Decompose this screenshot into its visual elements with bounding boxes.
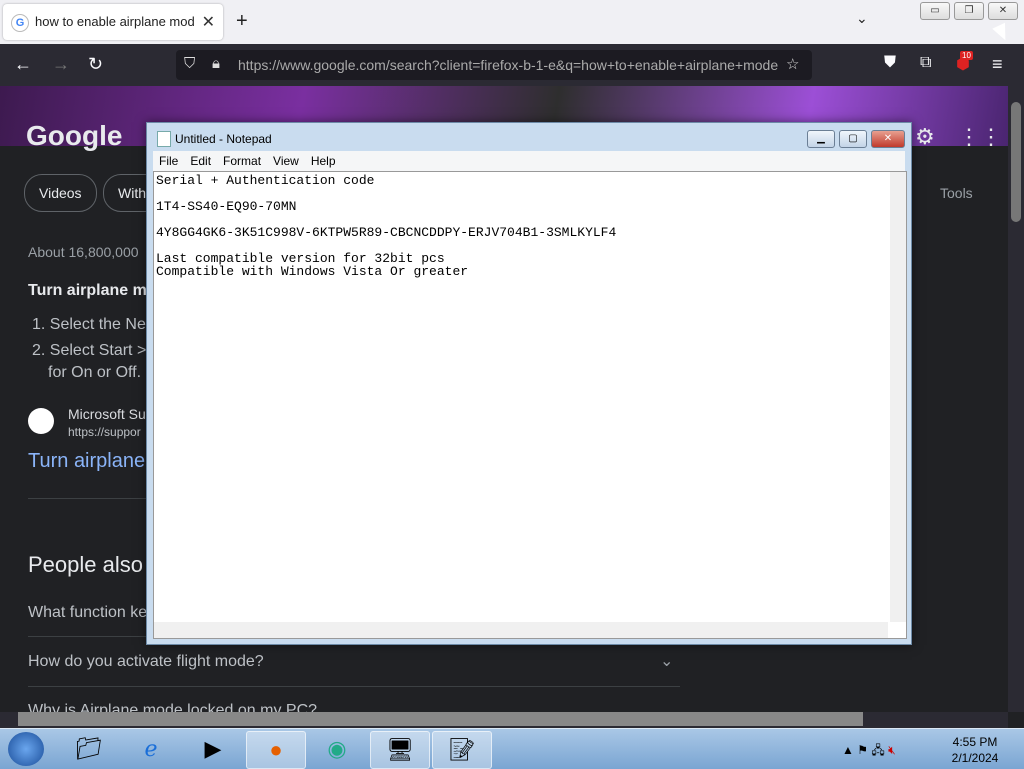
navigation-bar: ← → ↻ ⛉ 🔒︎ https://www.google.com/search… bbox=[0, 44, 1024, 86]
menu-edit[interactable]: Edit bbox=[184, 151, 217, 171]
page-vertical-scrollbar[interactable] bbox=[1008, 86, 1024, 712]
list-tabs-chevron-icon[interactable]: ⌄ bbox=[856, 10, 868, 27]
notepad-title: Untitled - Notepad bbox=[175, 132, 272, 146]
reload-icon[interactable]: ↻ bbox=[88, 54, 103, 75]
pocket-icon[interactable]: ⛊ bbox=[884, 54, 896, 72]
tab-bar: G how to enable airplane mode in ✕ + ⌄ ▭… bbox=[0, 0, 1024, 44]
question-3[interactable]: Why is Airplane mode locked on my PC? bbox=[28, 702, 317, 712]
tools-button[interactable]: Tools bbox=[940, 185, 973, 201]
chip-videos[interactable]: Videos bbox=[24, 174, 97, 212]
back-icon[interactable]: ← bbox=[14, 54, 32, 75]
result-stats: About 16,800,000 bbox=[28, 244, 139, 260]
close-tab-icon[interactable]: ✕ bbox=[202, 12, 215, 32]
menu-view[interactable]: View bbox=[267, 151, 305, 171]
browser-tab[interactable]: G how to enable airplane mode in ✕ bbox=[3, 4, 223, 40]
notepad-window: Untitled - Notepad ▁ ▢ ✕ File Edit Format V… bbox=[146, 122, 912, 645]
menu-file[interactable]: File bbox=[153, 151, 184, 171]
notepad-minimize-button[interactable]: ▁ bbox=[807, 130, 835, 148]
start-button[interactable] bbox=[8, 732, 44, 766]
url-text[interactable]: https://www.google.com/search?client=fir… bbox=[238, 57, 778, 73]
forward-icon[interactable]: → bbox=[52, 54, 70, 75]
media-player-icon[interactable]: ▶ bbox=[184, 731, 242, 767]
taskbar: 📁︎ ℯ ▶ ● ◉ 🖥︎ 📝︎ ▲ ⚑ 🖧 🔇︎ 4:55 PM 2/1/20… bbox=[0, 728, 1024, 769]
flag-icon[interactable]: ⚑ bbox=[857, 743, 868, 757]
scroll-thumb[interactable] bbox=[18, 712, 863, 726]
snippet-step-2: 2. Select Start > bbox=[32, 342, 147, 359]
menu-format[interactable]: Format bbox=[217, 151, 267, 171]
notepad-taskbar-icon[interactable]: 📝︎ bbox=[432, 731, 492, 769]
new-tab-button[interactable]: + bbox=[236, 10, 248, 33]
shield-icon[interactable]: ⛉ bbox=[184, 55, 195, 72]
window-controls: ▭ ❐ ✕ bbox=[920, 2, 1018, 20]
explorer-icon[interactable]: 📁︎ bbox=[60, 731, 118, 767]
volume-muted-icon[interactable]: 🔇︎ bbox=[888, 743, 896, 757]
apps-grid-icon[interactable]: ⋮⋮ bbox=[958, 124, 1002, 150]
date: 2/1/2024 bbox=[951, 751, 999, 765]
notepad-maximize-button[interactable]: ▢ bbox=[839, 130, 867, 148]
google-favicon-icon: G bbox=[11, 14, 29, 32]
notepad-horizontal-scrollbar[interactable] bbox=[154, 622, 888, 638]
snippet-step-1: 1. Select the Ne bbox=[32, 316, 146, 333]
result-link[interactable]: Turn airplane bbox=[28, 450, 145, 473]
settings-gear-icon[interactable]: ⚙ bbox=[915, 124, 935, 150]
notepad-close-button[interactable]: ✕ bbox=[871, 130, 905, 148]
scroll-thumb[interactable] bbox=[1011, 102, 1021, 222]
notepad-icon bbox=[157, 131, 171, 147]
source-url: https://suppor bbox=[68, 425, 141, 439]
remote-desktop-icon[interactable]: 🖥︎ bbox=[370, 731, 430, 769]
tab-title: how to enable airplane mode in bbox=[35, 14, 195, 29]
url-bar[interactable]: ⛉ 🔒︎ https://www.google.com/search?clien… bbox=[176, 50, 812, 80]
extensions-icon[interactable]: ⧉ bbox=[920, 54, 931, 72]
page-horizontal-scrollbar[interactable] bbox=[0, 712, 1008, 728]
firefox-icon[interactable]: ● bbox=[246, 731, 306, 769]
people-also-ask-heading: People also bbox=[28, 552, 143, 577]
source-name: Microsoft Su bbox=[68, 406, 146, 422]
time: 4:55 PM bbox=[952, 735, 998, 749]
snippet-heading: Turn airplane m bbox=[28, 282, 147, 299]
microsoft-logo-icon bbox=[28, 408, 54, 434]
menu-icon[interactable]: ≡ bbox=[992, 54, 1003, 75]
google-logo[interactable]: Google bbox=[26, 120, 122, 152]
question-1[interactable]: What function ke bbox=[28, 604, 147, 622]
clock[interactable]: 4:55 PM 2/1/2024 bbox=[940, 734, 1010, 766]
show-hidden-icons-icon[interactable]: ▲ bbox=[842, 743, 854, 757]
question-2[interactable]: How do you activate flight mode? bbox=[28, 653, 264, 671]
app-icon[interactable]: ◉ bbox=[308, 731, 366, 767]
extension-badge: 10 bbox=[960, 51, 973, 60]
minimize-button[interactable]: ▭ bbox=[920, 2, 950, 20]
notepad-titlebar[interactable]: Untitled - Notepad ▁ ▢ ✕ bbox=[147, 123, 911, 151]
notepad-vertical-scrollbar[interactable] bbox=[890, 172, 906, 622]
menu-help[interactable]: Help bbox=[305, 151, 342, 171]
close-window-button[interactable]: ✕ bbox=[988, 2, 1018, 20]
notepad-text-area[interactable]: Serial + Authentication code 1T4-SS40-EQ… bbox=[153, 171, 907, 639]
bookmark-star-icon[interactable]: ☆ bbox=[786, 55, 799, 73]
divider bbox=[28, 686, 680, 687]
notepad-content[interactable]: Serial + Authentication code 1T4-SS40-EQ… bbox=[156, 174, 616, 278]
snippet-step-2-cont: for On or Off. bbox=[48, 364, 142, 381]
restore-button[interactable]: ❐ bbox=[954, 2, 984, 20]
network-icon[interactable]: 🖧 bbox=[871, 743, 884, 757]
system-tray: ▲ ⚑ 🖧 🔇︎ bbox=[842, 741, 896, 762]
internet-explorer-icon[interactable]: ℯ bbox=[122, 731, 180, 767]
chevron-down-icon[interactable]: ⌄ bbox=[660, 651, 673, 671]
notepad-menubar: File Edit Format View Help bbox=[153, 151, 905, 171]
lock-icon[interactable]: 🔒︎ bbox=[212, 55, 220, 72]
